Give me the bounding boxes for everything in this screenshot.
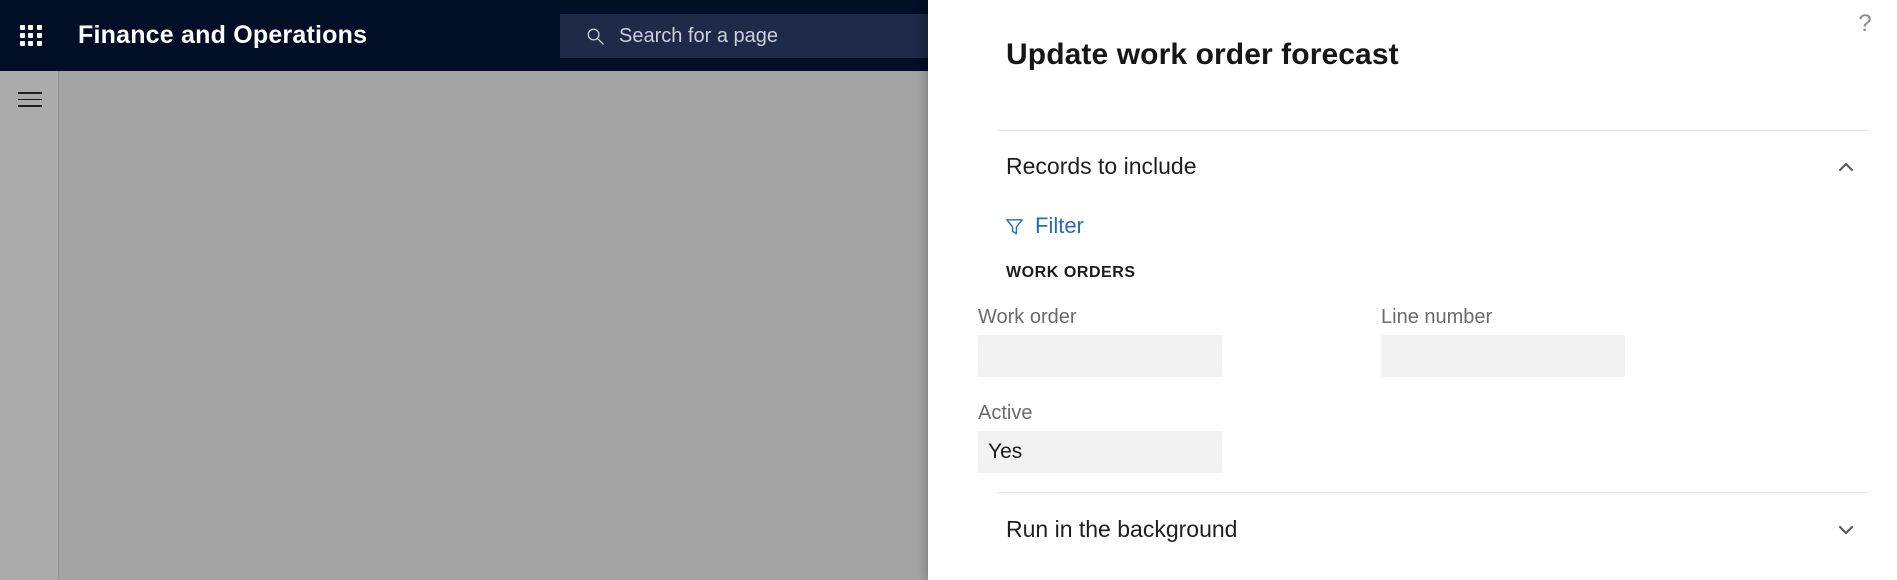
page-title: Update work order forecast [1006, 38, 1399, 71]
chevron-up-icon[interactable] [1835, 156, 1857, 178]
divider-bottom [998, 492, 1869, 493]
section-header-records-to-include[interactable]: Records to include [1006, 153, 1869, 180]
field-line-number: Line number [1381, 306, 1625, 377]
field-label-active: Active [978, 402, 1033, 424]
search-icon [586, 27, 605, 46]
app-sidebar [0, 71, 59, 580]
help-icon[interactable]: ? [1851, 10, 1879, 38]
filter-funnel-icon [1004, 216, 1025, 237]
section-title-run-in-the-background: Run in the background [1006, 516, 1238, 542]
field-work-order: Work order [978, 306, 1222, 377]
update-work-order-forecast-panel: ? Update work order forecast Records to … [928, 0, 1897, 580]
work-order-input[interactable] [978, 335, 1222, 377]
section-header-run-in-the-background[interactable]: Run in the background [1006, 516, 1869, 543]
app-launcher-grid-icon[interactable] [14, 19, 48, 53]
group-heading-work-orders: WORK ORDERS [1006, 264, 1136, 281]
field-active: Active [978, 402, 1222, 473]
screen: Finance and Operations Search for a page… [0, 0, 1897, 580]
hamburger-menu-icon[interactable] [18, 92, 42, 107]
field-label-line-number: Line number [1381, 306, 1493, 328]
filter-button[interactable]: Filter [1004, 213, 1084, 239]
filter-label: Filter [1035, 213, 1084, 238]
field-label-work-order: Work order [978, 306, 1077, 328]
active-input[interactable] [978, 431, 1222, 473]
divider-top [998, 130, 1869, 131]
line-number-input[interactable] [1381, 335, 1625, 377]
section-title-records-to-include: Records to include [1006, 153, 1197, 179]
search-box[interactable]: Search for a page [560, 14, 980, 58]
chevron-down-icon[interactable] [1835, 519, 1857, 541]
search-input-placeholder: Search for a page [619, 24, 778, 47]
app-title: Finance and Operations [78, 21, 368, 49]
